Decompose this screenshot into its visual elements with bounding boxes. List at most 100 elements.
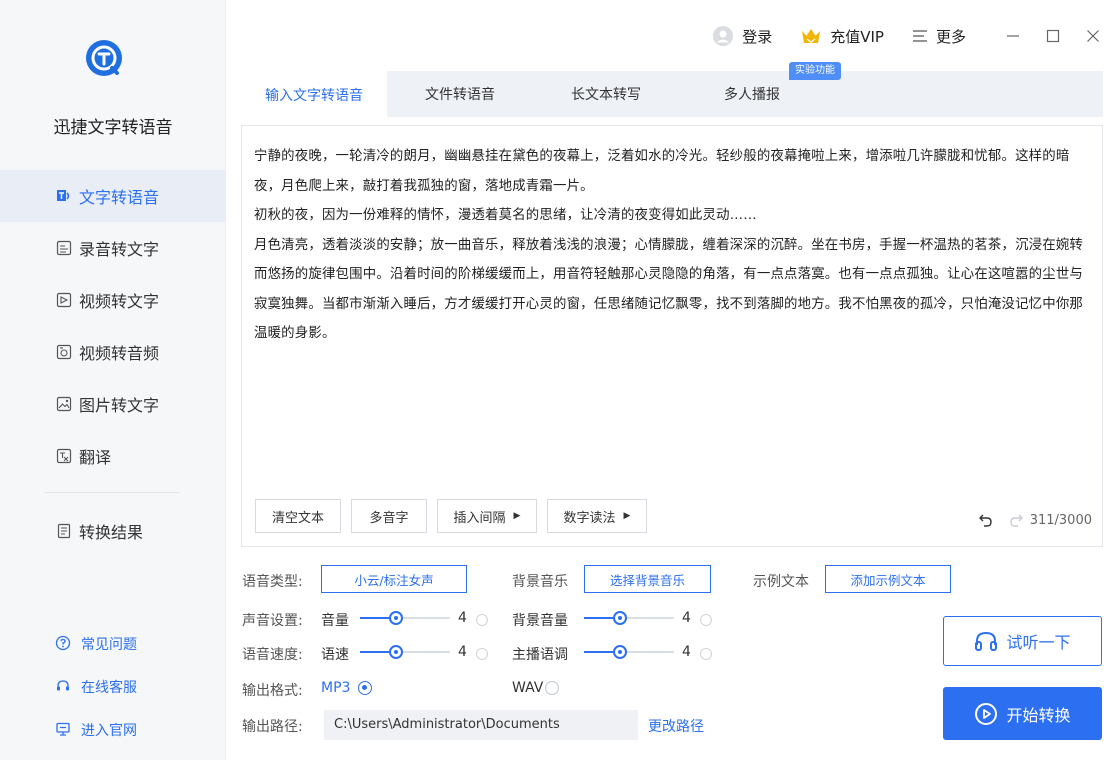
sidebar-item-recording-to-text[interactable]: 录音转文字 [0, 222, 226, 274]
pitch-label: 主播语调 [512, 647, 568, 663]
more-menu-button[interactable]: 更多 [912, 26, 966, 47]
speed-value: 4 [458, 644, 467, 660]
headset-icon [55, 678, 73, 696]
number-reading-button[interactable]: 数字读法 ▶ [547, 499, 647, 533]
output-format-label: 输出格式: [242, 683, 303, 699]
slider-knob[interactable] [389, 645, 403, 659]
add-sample-text-button[interactable]: 添加示例文本 [825, 565, 951, 593]
sidebar-bottom-links: 常见问题 在线客服 进入官网 [0, 622, 226, 751]
sidebar-nav: 文字转语音 录音转文字 视频转文字 视频转音频 图片转文字 翻译 [0, 170, 226, 482]
voice-type-label: 语音类型: [242, 574, 303, 590]
sidebar-item-conversion-results[interactable]: 转换结果 [0, 505, 226, 557]
minimize-icon[interactable] [1004, 27, 1022, 45]
sidebar-item-video-to-audio[interactable]: 视频转音频 [0, 326, 226, 378]
format-wav-radio[interactable] [545, 681, 560, 695]
bg-volume-slider[interactable] [584, 608, 674, 628]
sidebar-item-image-to-text[interactable]: 图片转文字 [0, 378, 226, 430]
user-avatar-icon [712, 25, 734, 47]
document-icon [55, 522, 73, 540]
official-site-label: 进入官网 [81, 722, 137, 739]
format-mp3-label: MP3 [321, 680, 351, 696]
editor-content[interactable]: 宁静的夜晚，一轮清冷的朗月，幽幽悬挂在黛色的夜幕上，泛着如水的冷光。轻纱般的夜幕… [254, 142, 1090, 349]
tab-long-text-transcribe[interactable]: 长文本转写 [533, 71, 679, 117]
sidebar-item-label: 图片转文字 [79, 396, 160, 415]
tab-label: 多人播报 [724, 87, 780, 103]
polyphone-button[interactable]: 多音字 [351, 499, 427, 533]
volume-reset-icon[interactable] [476, 614, 488, 626]
tab-label: 输入文字转语音 [265, 88, 363, 104]
sidebar-item-video-to-text[interactable]: 视频转文字 [0, 274, 226, 326]
insert-pause-label: 插入间隔 [453, 510, 506, 526]
sidebar-divider [44, 492, 180, 493]
bg-volume-reset-icon[interactable] [700, 614, 712, 626]
bg-music-label: 背景音乐 [512, 574, 568, 590]
format-mp3-option[interactable]: MP3 [321, 680, 373, 696]
more-label: 更多 [935, 27, 966, 46]
vip-label: 充值VIP [830, 27, 884, 46]
editor-status: 311/3000 [978, 512, 1092, 528]
output-path-label: 输出路径: [242, 719, 303, 735]
sidebar-item-label: 视频转音频 [79, 344, 160, 363]
login-label: 登录 [742, 27, 773, 46]
editor-paragraph: 初秋的夜，因为一份难释的情怀，漫透着莫名的思绪，让冷清的夜变得如此灵动…… [254, 208, 757, 223]
recording-to-text-icon [55, 239, 73, 257]
tab-label: 长文本转写 [571, 87, 641, 103]
slider-knob[interactable] [389, 611, 403, 625]
sidebar-item-translate[interactable]: 翻译 [0, 430, 226, 482]
slider-knob[interactable] [613, 611, 627, 625]
voice-type-button[interactable]: 小云/标注女声 [321, 565, 467, 593]
sidebar: 迅捷文字转语音 文字转语音 录音转文字 视频转文字 视频转音频 图片转文字 翻译… [0, 0, 226, 760]
official-site-link[interactable]: 进入官网 [0, 708, 226, 751]
login-button[interactable]: 登录 [712, 25, 772, 47]
vip-button[interactable]: 充值VIP [800, 26, 884, 47]
select-bg-music-button[interactable]: 选择背景音乐 [584, 565, 711, 593]
tab-file-to-speech[interactable]: 文件转语音 [387, 71, 533, 117]
volume-label: 音量 [321, 613, 349, 629]
bg-volume-value: 4 [682, 610, 691, 626]
headphones-icon [974, 630, 998, 652]
top-bar: 登录 充值VIP 更多 [684, 16, 1102, 56]
preview-listen-label: 试听一下 [1006, 633, 1071, 652]
text-editor[interactable]: 宁静的夜晚，一轮清冷的朗月，幽幽悬挂在黛色的夜幕上，泛着如水的冷光。轻纱般的夜幕… [241, 125, 1103, 547]
sound-settings-label: 声音设置: [242, 613, 303, 629]
close-icon[interactable] [1084, 27, 1102, 45]
pitch-slider[interactable] [584, 642, 674, 662]
online-support-link[interactable]: 在线客服 [0, 665, 226, 708]
sidebar-item-label: 视频转文字 [79, 292, 160, 311]
volume-value: 4 [458, 610, 467, 626]
tab-input-text-to-speech[interactable]: 输入文字转语音 [241, 71, 387, 117]
crown-icon [800, 26, 822, 46]
undo-icon[interactable] [978, 512, 994, 528]
insert-pause-button[interactable]: 插入间隔 ▶ [437, 499, 537, 533]
redo-icon[interactable] [1008, 512, 1024, 528]
faq-link[interactable]: 常见问题 [0, 622, 226, 665]
speed-reset-icon[interactable] [476, 648, 488, 660]
feature-tabs: 输入文字转语音 文件转语音 长文本转写 多人播报 [241, 71, 1103, 117]
slider-knob[interactable] [613, 645, 627, 659]
video-to-audio-icon [55, 343, 73, 361]
question-icon [55, 635, 73, 653]
sidebar-item-label: 转换结果 [79, 523, 144, 542]
caret-right-icon: ▶ [513, 511, 521, 521]
play-circle-icon [974, 702, 998, 726]
sidebar-item-text-to-speech[interactable]: 文字转语音 [0, 170, 226, 222]
caret-right-icon: ▶ [623, 511, 631, 521]
volume-slider[interactable] [360, 608, 450, 628]
output-path-field[interactable]: C:\Users\Administrator\Documents [324, 710, 638, 740]
start-conversion-button[interactable]: 开始转换 [943, 687, 1102, 740]
text-to-speech-icon [55, 187, 73, 205]
format-wav-option[interactable]: WAV [512, 680, 560, 696]
sidebar-item-label: 录音转文字 [79, 240, 160, 259]
monitor-icon [55, 721, 73, 739]
change-path-link[interactable]: 更改路径 [648, 716, 704, 736]
maximize-icon[interactable] [1044, 27, 1062, 45]
number-reading-label: 数字读法 [563, 510, 616, 526]
speed-slider[interactable] [360, 642, 450, 662]
translate-icon [55, 447, 73, 465]
format-mp3-radio[interactable] [358, 681, 373, 695]
video-to-text-icon [55, 291, 73, 309]
editor-toolbar: 清空文本 多音字 插入间隔 ▶ 数字读法 ▶ [255, 499, 657, 533]
clear-text-button[interactable]: 清空文本 [255, 499, 341, 533]
pitch-reset-icon[interactable] [700, 648, 712, 660]
preview-listen-button[interactable]: 试听一下 [943, 616, 1102, 666]
